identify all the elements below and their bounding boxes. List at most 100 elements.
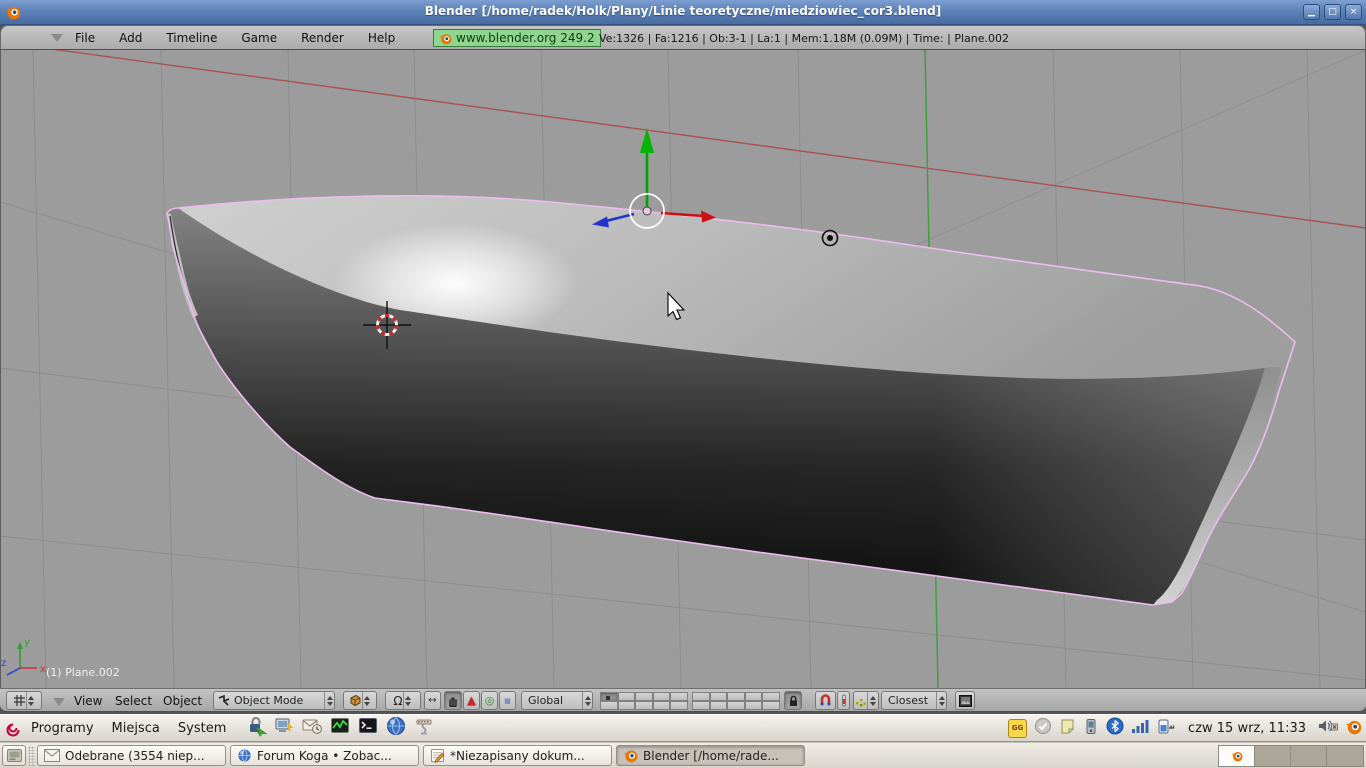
window-list-panel: Odebrane (3554 niep... Forum Koga • Zoba… [0,742,1366,768]
mail-scheduler-launcher-icon[interactable] [301,715,323,741]
menu-system[interactable]: System [169,721,235,736]
menu-programy[interactable]: Programy [22,721,103,736]
bluetooth-tray-icon[interactable] [1106,717,1124,739]
maximize-button[interactable]: □ [1324,4,1341,20]
window-titlebar[interactable]: Blender [/home/radek/Holk/Plany/Linie te… [0,0,1366,25]
menu-file[interactable]: File [75,31,95,45]
minimize-button[interactable]: ▁ [1303,4,1320,20]
axis-y-label: y [24,637,30,648]
lock-layers-button[interactable] [784,691,802,710]
task-button-blender[interactable]: Blender [/home/rade... [616,745,805,766]
task-label: *Niezapisany dokum... [450,749,585,763]
gadu-gadu-tray-icon[interactable]: GG [1008,719,1027,738]
web-browser-launcher-icon[interactable] [385,715,407,741]
menu-game[interactable]: Game [241,31,277,45]
terminal-launcher-icon[interactable] [357,715,379,741]
workspace-2[interactable] [1255,746,1291,766]
system-monitor-launcher-icon[interactable] [329,715,351,741]
menu-miejsca[interactable]: Miejsca [103,721,169,736]
snap-target-dropdown[interactable]: Closest [881,691,947,710]
terminal-server-launcher-icon[interactable] [273,715,295,741]
header-collapse-icon[interactable] [51,34,63,42]
snap-target-label: Closest [888,694,928,707]
vise-tool-launcher-icon[interactable] [413,715,435,741]
task-label: Forum Koga • Zobac... [257,749,392,763]
green-circle-icon: ◎ [485,695,495,706]
phone-tray-icon[interactable] [1083,718,1099,739]
gnome-top-panel: Programy Miejsca System [0,714,1366,742]
hand-icon [447,695,459,707]
snap-magnet-button[interactable] [815,691,836,710]
blender-info-header: File Add Timeline Game Render Help www.b… [0,25,1366,50]
scene-statistics: Ve:1326 | Fa:1216 | Ob:3-1 | La:1 | Mem:… [599,32,1009,45]
snap-element-button[interactable] [853,691,879,710]
peel-object-icon [841,694,847,707]
workspace-1[interactable] [1219,746,1255,766]
mail-icon [44,749,60,762]
orientation-dropdown[interactable]: Global [521,691,593,710]
menu-select[interactable]: Select [115,689,152,712]
close-button[interactable]: × [1345,4,1362,20]
layer-buttons-group1[interactable] [600,692,688,710]
blender-version-link[interactable]: www.blender.org 249.2 [433,29,601,47]
mode-label: Object Mode [234,694,303,707]
header-collapse-icon[interactable] [53,698,65,706]
orientation-label: Global [528,694,563,707]
grid-icon [13,694,26,707]
render-preview-button[interactable] [955,691,975,710]
blender-icon [1231,750,1243,762]
panel-drag-handle[interactable] [28,746,35,766]
window-title: Blender [/home/radek/Holk/Plany/Linie te… [0,4,1366,18]
blender-tray-icon[interactable] [1345,718,1362,739]
workspace-switcher[interactable] [1218,745,1364,767]
task-label: Odebrane (3554 niep... [65,749,205,763]
task-label: Blender [/home/rade... [643,749,779,763]
manipulator-toggle-button[interactable] [444,691,462,710]
manipulator-scale-button[interactable]: ▪ [499,691,516,710]
volume-tray-icon[interactable] [1317,718,1338,738]
editor-type-button[interactable] [6,691,42,710]
show-desktop-icon [7,749,22,762]
menu-add[interactable]: Add [119,31,142,45]
move-widget-icon: ↔ [428,696,436,706]
workspace-3[interactable] [1291,746,1327,766]
snap-peel-button[interactable] [837,691,850,710]
panel-clock[interactable]: czw 15 wrz, 11:33 [1188,721,1306,736]
lock-screen-launcher-icon[interactable] [245,715,267,741]
debian-menu-icon[interactable] [4,719,22,737]
draw-type-dropdown[interactable] [343,691,377,710]
battery-tray-icon[interactable] [1157,718,1177,739]
layer-1-toggle[interactable] [600,692,618,701]
mode-dropdown[interactable]: Object Mode [213,691,335,710]
viewport-scene: y x z (1) Plane.002 [1,50,1365,688]
blue-square-icon: ▪ [504,695,511,706]
lock-icon [788,695,799,707]
browser-icon [237,748,252,763]
update-ok-tray-icon[interactable] [1034,717,1052,739]
magnet-icon [819,694,832,707]
solid-shading-icon [349,694,362,707]
object-mode-icon [218,695,230,707]
task-button-text-editor[interactable]: *Niezapisany dokum... [423,745,612,766]
red-triangle-icon: ▲ [467,695,475,706]
manipulator-translate-button[interactable]: ▲ [463,691,480,710]
pivot-dropdown[interactable]: Ω [385,691,421,710]
show-desktop-button[interactable] [2,745,26,766]
move-widget-button[interactable]: ↔ [424,691,441,710]
manipulator-rotate-button[interactable]: ◎ [481,691,498,710]
snap-dots-icon [855,695,867,707]
3d-viewport[interactable]: y x z (1) Plane.002 [0,50,1366,688]
menu-help[interactable]: Help [368,31,395,45]
pivot-icon: Ω [393,695,402,707]
menu-render[interactable]: Render [301,31,344,45]
notes-tray-icon[interactable] [1059,718,1076,739]
task-button-mail[interactable]: Odebrane (3554 niep... [37,745,226,766]
menu-object[interactable]: Object [163,689,202,712]
layer-buttons-group2[interactable] [692,692,780,710]
menu-view[interactable]: View [74,689,102,712]
text-editor-icon [430,748,445,763]
workspace-4[interactable] [1327,746,1363,766]
menu-timeline[interactable]: Timeline [166,31,217,45]
signal-strength-tray-icon[interactable] [1131,718,1150,738]
task-button-browser[interactable]: Forum Koga • Zobac... [230,745,419,766]
